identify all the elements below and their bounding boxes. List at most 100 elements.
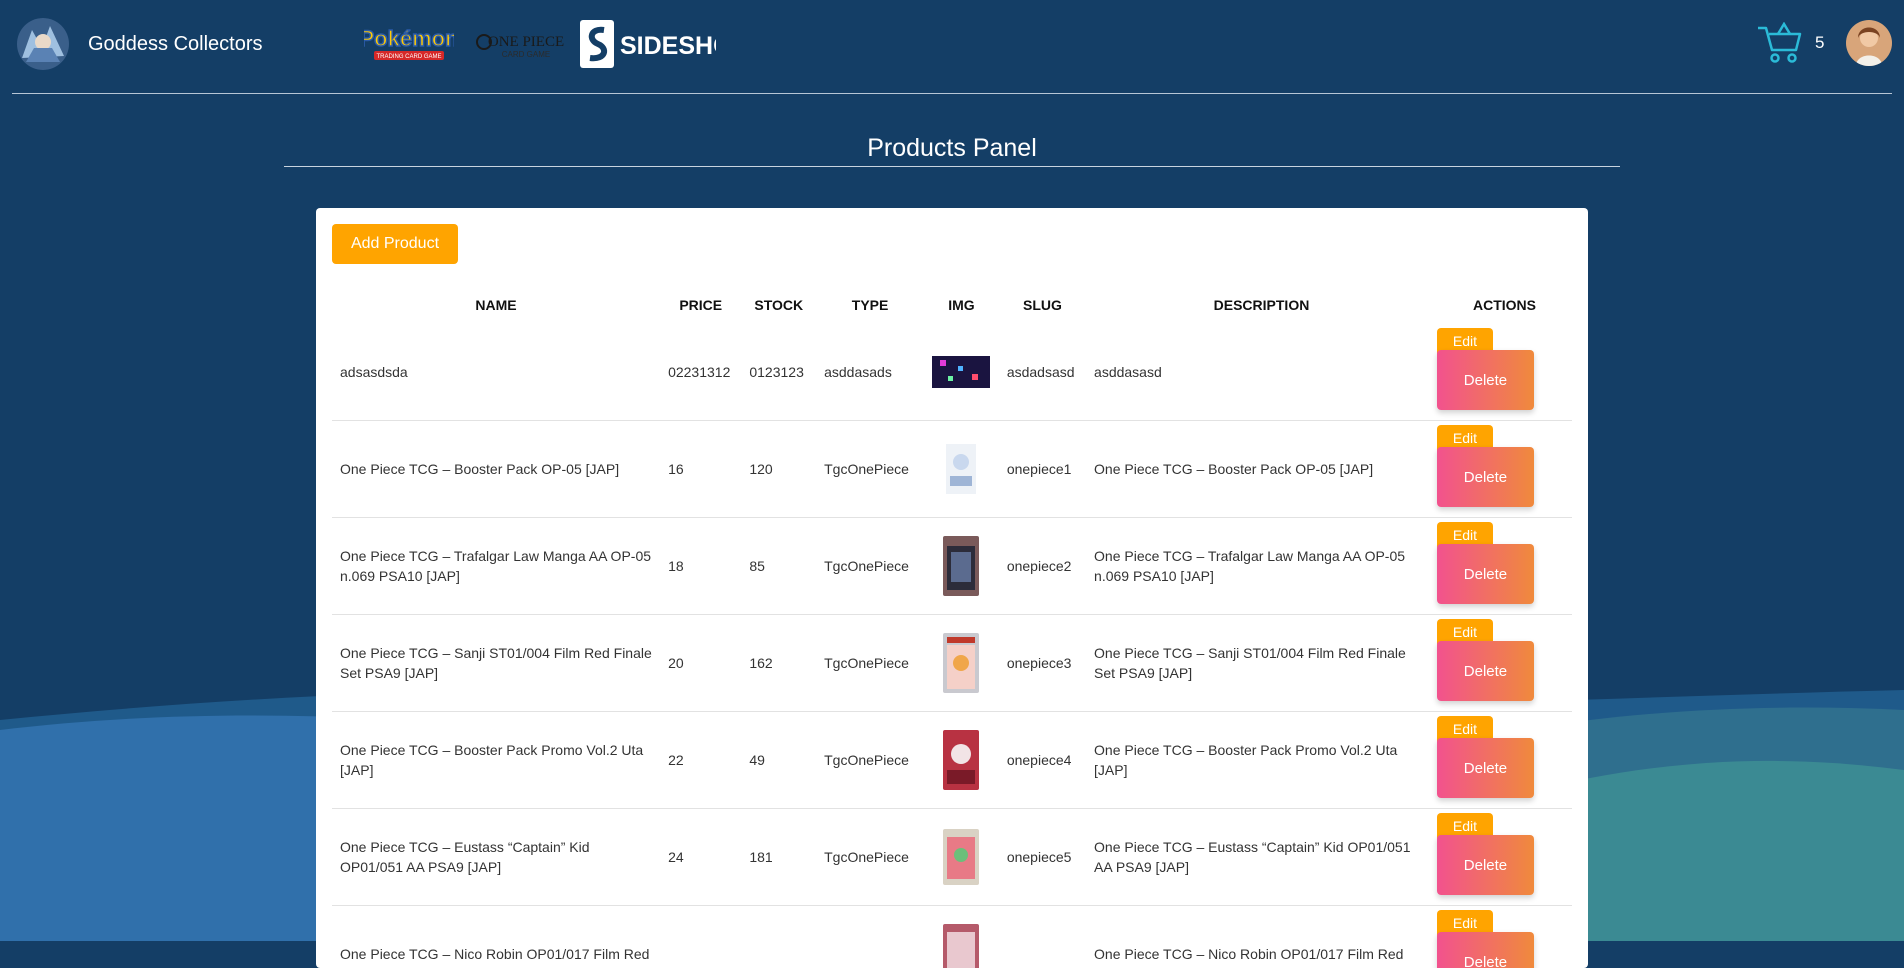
svg-text:ONE PIECE: ONE PIECE — [488, 34, 564, 50]
product-thumbnail — [943, 924, 979, 968]
cell-stock: 85 — [741, 518, 816, 615]
cell-img — [924, 906, 999, 968]
cell-type: TgcOnePiece — [816, 421, 924, 518]
table-row: One Piece TCG – Booster Pack Promo Vol.2… — [332, 712, 1572, 809]
header-divider — [12, 93, 1892, 94]
cell-img — [924, 421, 999, 518]
brand-name[interactable]: Goddess Collectors — [88, 33, 263, 56]
add-product-button[interactable]: Add Product — [332, 224, 458, 264]
cell-stock: 49 — [741, 712, 816, 809]
table-row: One Piece TCG – Eustass “Captain” Kid OP… — [332, 809, 1572, 906]
cell-name: One Piece TCG – Booster Pack Promo Vol.2… — [332, 712, 660, 809]
table-row: adsasdsda 02231312 0123123 asddasads asd… — [332, 324, 1572, 421]
cell-type: TgcOnePiece — [816, 809, 924, 906]
cell-slug: asdadsasd — [999, 324, 1086, 421]
avatar[interactable] — [1846, 20, 1892, 66]
cell-price: 16 — [660, 421, 741, 518]
products-panel: Add Product NAME PRICE STOCK TYPE IMG SL… — [316, 208, 1588, 968]
page-title: Products Panel — [284, 134, 1620, 163]
table-row: One Piece TCG – Nico Robin OP01/017 Film… — [332, 906, 1572, 968]
cell-stock — [741, 906, 816, 968]
cell-actions: Edit Delete — [1437, 906, 1572, 968]
cell-actions: Edit Delete — [1437, 615, 1572, 712]
cell-name: One Piece TCG – Trafalgar Law Manga AA O… — [332, 518, 660, 615]
cell-price: 20 — [660, 615, 741, 712]
cell-actions: Edit Delete — [1437, 324, 1572, 421]
cell-img — [924, 615, 999, 712]
pokemon-logo[interactable]: Pokémon TRADING CARD GAME — [364, 20, 454, 68]
cell-slug: onepiece2 — [999, 518, 1086, 615]
table-header-row: NAME PRICE STOCK TYPE IMG SLUG DESCRIPTI… — [332, 286, 1572, 324]
cell-actions: Edit Delete — [1437, 518, 1572, 615]
cell-price: 22 — [660, 712, 741, 809]
cell-description: One Piece TCG – Eustass “Captain” Kid OP… — [1086, 809, 1437, 906]
cell-stock: 181 — [741, 809, 816, 906]
svg-text:SIDESHOW: SIDESHOW — [620, 32, 716, 60]
cell-slug: onepiece4 — [999, 712, 1086, 809]
cell-type: TgcOnePiece — [816, 615, 924, 712]
col-header-actions: ACTIONS — [1437, 286, 1572, 324]
cell-stock: 0123123 — [741, 324, 816, 421]
brand-logo[interactable] — [12, 18, 74, 70]
delete-button[interactable]: Delete — [1437, 738, 1534, 798]
col-header-name: NAME — [332, 286, 660, 324]
cell-actions: Edit Delete — [1437, 712, 1572, 809]
delete-button[interactable]: Delete — [1437, 641, 1534, 701]
cell-description: One Piece TCG – Booster Pack Promo Vol.2… — [1086, 712, 1437, 809]
cell-name: One Piece TCG – Nico Robin OP01/017 Film… — [332, 906, 660, 968]
cell-slug — [999, 906, 1086, 968]
cell-img — [924, 518, 999, 615]
cell-description: One Piece TCG – Booster Pack OP-05 [JAP] — [1086, 421, 1437, 518]
cell-stock: 120 — [741, 421, 816, 518]
cell-img — [924, 809, 999, 906]
svg-text:CARD GAME: CARD GAME — [502, 50, 550, 59]
cell-description: One Piece TCG – Trafalgar Law Manga AA O… — [1086, 518, 1437, 615]
cell-img — [924, 324, 999, 421]
cell-description: One Piece TCG – Nico Robin OP01/017 Film… — [1086, 906, 1437, 968]
sideshow-logo[interactable]: SIDESHOW — [580, 20, 716, 70]
svg-text:Pokémon: Pokémon — [364, 26, 454, 51]
title-divider — [284, 166, 1620, 167]
cell-actions: Edit Delete — [1437, 421, 1572, 518]
cell-type — [816, 906, 924, 968]
cell-slug: onepiece5 — [999, 809, 1086, 906]
cart-icon[interactable] — [1756, 22, 1804, 64]
svg-text:TRADING CARD GAME: TRADING CARD GAME — [376, 54, 441, 60]
cell-name: adsasdsda — [332, 324, 660, 421]
cell-description: asddasasd — [1086, 324, 1437, 421]
product-thumbnail — [943, 730, 979, 790]
delete-button[interactable]: Delete — [1437, 350, 1534, 410]
cell-price: 24 — [660, 809, 741, 906]
cell-img — [924, 712, 999, 809]
table-row: One Piece TCG – Sanji ST01/004 Film Red … — [332, 615, 1572, 712]
cell-stock: 162 — [741, 615, 816, 712]
product-thumbnail — [943, 829, 979, 885]
cell-type: asddasads — [816, 324, 924, 421]
delete-button[interactable]: Delete — [1437, 835, 1534, 895]
delete-button[interactable]: Delete — [1437, 932, 1534, 968]
cell-description: One Piece TCG – Sanji ST01/004 Film Red … — [1086, 615, 1437, 712]
cell-name: One Piece TCG – Sanji ST01/004 Film Red … — [332, 615, 660, 712]
top-navbar: Goddess Collectors Pokémon TRADING CARD … — [0, 0, 1904, 95]
products-table: NAME PRICE STOCK TYPE IMG SLUG DESCRIPTI… — [332, 286, 1572, 968]
col-header-img: IMG — [924, 286, 999, 324]
cell-type: TgcOnePiece — [816, 712, 924, 809]
cell-name: One Piece TCG – Booster Pack OP-05 [JAP] — [332, 421, 660, 518]
delete-button[interactable]: Delete — [1437, 447, 1534, 507]
cell-price: 02231312 — [660, 324, 741, 421]
col-header-description: DESCRIPTION — [1086, 286, 1437, 324]
cell-actions: Edit Delete — [1437, 809, 1572, 906]
product-thumbnail — [943, 633, 979, 693]
delete-button[interactable]: Delete — [1437, 544, 1534, 604]
product-thumbnail — [932, 356, 990, 388]
cell-name: One Piece TCG – Eustass “Captain” Kid OP… — [332, 809, 660, 906]
cell-price — [660, 906, 741, 968]
product-thumbnail — [943, 536, 979, 596]
one-piece-logo[interactable]: ONE PIECE CARD GAME — [474, 20, 566, 68]
brand[interactable]: Goddess Collectors — [12, 18, 263, 70]
table-row: One Piece TCG – Trafalgar Law Manga AA O… — [332, 518, 1572, 615]
cell-price: 18 — [660, 518, 741, 615]
col-header-type: TYPE — [816, 286, 924, 324]
cell-slug: onepiece1 — [999, 421, 1086, 518]
cell-type: TgcOnePiece — [816, 518, 924, 615]
